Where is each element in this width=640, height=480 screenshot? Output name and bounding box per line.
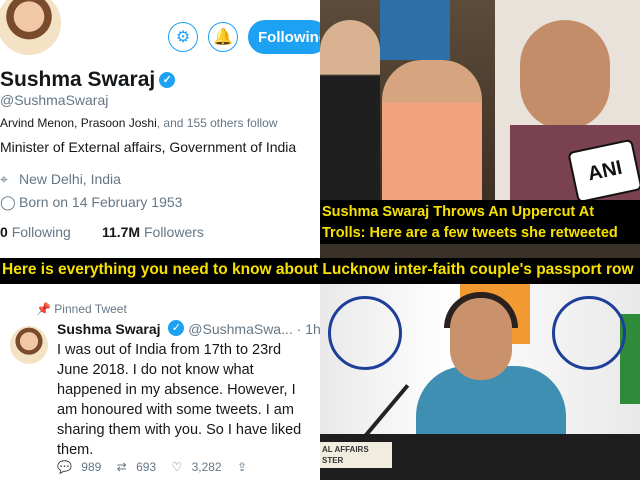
heart-icon: ♡ bbox=[171, 460, 183, 474]
blue-sign bbox=[380, 0, 450, 60]
profile-stats: 0 Following 11.7M Followers bbox=[0, 224, 204, 240]
followers-stat[interactable]: 11.7M Followers bbox=[102, 224, 204, 240]
tweet-handle-time: @SushmaSwa... · 1h bbox=[188, 321, 320, 337]
headline-banner: Here is everything you need to know abou… bbox=[0, 258, 640, 284]
location-pin-icon: ⌖ bbox=[0, 171, 8, 187]
settings-gear-icon[interactable]: ⚙ bbox=[168, 22, 198, 52]
share-icon[interactable]: ⇪ bbox=[237, 460, 247, 474]
pinned-label: Pinned Tweet bbox=[54, 302, 127, 316]
following-label: Following bbox=[11, 224, 71, 240]
like-action[interactable]: ♡ 3,282 bbox=[171, 460, 227, 474]
balloon-icon: ◯ bbox=[0, 194, 16, 210]
profile-name-text: Sushma Swaraj bbox=[0, 68, 156, 91]
podium-label: AL AFFAIRS STER bbox=[320, 442, 392, 468]
pinned-indicator: 📌 Pinned Tweet bbox=[36, 302, 127, 316]
followed-by-names: Arvind Menon, Prasoon Joshi bbox=[0, 116, 157, 130]
like-count: 3,282 bbox=[191, 460, 222, 474]
tweet-actions: 💬 989 ⇄ 693 ♡ 3,282 ⇪ bbox=[57, 460, 253, 474]
photo-caption: Sushma Swaraj Throws An Uppercut At Trol… bbox=[320, 200, 640, 244]
ashoka-chakra-left bbox=[328, 296, 402, 370]
verified-badge-icon: ✓ bbox=[168, 320, 185, 336]
retweet-icon: ⇄ bbox=[116, 460, 127, 474]
person-interviewee-face bbox=[520, 20, 610, 130]
profile-birthday: ◯ Born on 14 February 1953 bbox=[0, 194, 182, 211]
tweet-avatar[interactable] bbox=[10, 326, 48, 364]
speaker-face bbox=[450, 298, 512, 380]
profile-location: ⌖ New Delhi, India bbox=[0, 171, 121, 188]
following-stat[interactable]: 0 Following bbox=[0, 224, 71, 240]
followers-count: 11.7M bbox=[101, 224, 141, 240]
reply-count: 989 bbox=[81, 460, 102, 474]
pinned-tweet-panel: 📌 Pinned Tweet Sushma Swaraj ✓ @SushmaSw… bbox=[0, 284, 320, 480]
profile-bio: Minister of External affairs, Government… bbox=[0, 139, 297, 155]
following-button[interactable]: Following bbox=[248, 20, 320, 54]
tweet-author-name[interactable]: Sushma Swaraj bbox=[57, 321, 161, 337]
verified-badge-icon: ✓ bbox=[159, 72, 176, 88]
profile-avatar[interactable] bbox=[0, 0, 64, 58]
reply-icon: 💬 bbox=[57, 460, 72, 474]
followers-label: Followers bbox=[143, 224, 204, 240]
news-photo-retweets: ANI Sushma Swaraj Throws An Uppercut At … bbox=[320, 0, 640, 258]
location-text: New Delhi, India bbox=[19, 171, 121, 187]
person-left bbox=[320, 20, 380, 200]
profile-name: Sushma Swaraj ✓ bbox=[0, 68, 176, 92]
pin-icon: 📌 bbox=[36, 302, 51, 316]
profile-handle: @SushmaSwaraj bbox=[0, 92, 109, 108]
followed-by[interactable]: Arvind Menon, Prasoon Joshi, and 155 oth… bbox=[0, 116, 278, 130]
tweet-body: I was out of India from 17th to 23rd Jun… bbox=[57, 342, 302, 458]
ashoka-chakra-right bbox=[552, 296, 626, 370]
retweet-count: 693 bbox=[136, 460, 157, 474]
following-count: 0 bbox=[0, 224, 8, 240]
followed-by-rest: , and 155 others follow bbox=[156, 116, 278, 130]
person-woman bbox=[382, 60, 482, 210]
reply-action[interactable]: 💬 989 bbox=[57, 460, 107, 474]
retweet-action[interactable]: ⇄ 693 bbox=[117, 460, 162, 474]
twitter-profile-panel: ⚙ 🔔 Following Sushma Swaraj✓ @SushmaSwar… bbox=[0, 0, 320, 258]
press-conference-photo: AL AFFAIRS STER bbox=[320, 284, 640, 480]
notification-bell-icon[interactable]: 🔔 bbox=[208, 22, 238, 52]
birthday-text: Born on 14 February 1953 bbox=[19, 194, 183, 210]
tweet-header: Sushma Swaraj ✓ @SushmaSwa... · 1h bbox=[57, 320, 320, 337]
banner-headline: Here is everything you need to know abou… bbox=[2, 261, 634, 278]
